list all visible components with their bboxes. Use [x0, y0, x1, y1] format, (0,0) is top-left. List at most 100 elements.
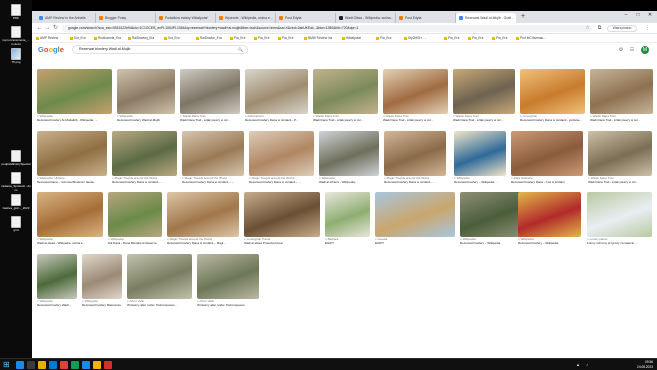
desktop-icon[interactable]: grid [1, 216, 31, 233]
volume-icon[interactable]: ♪ [586, 362, 588, 367]
image-result-caption[interactable]: WikipediaRezerwat biosfery Wadi al-Mujib [117, 115, 175, 122]
browser-tab[interactable]: Podatków ewiary Wktałpotał [156, 13, 216, 23]
image-result-thumbnail[interactable] [325, 192, 370, 237]
desktop-icon[interactable]: zadania_Sprawdz...docx [1, 172, 31, 192]
image-result-thumbnail[interactable] [197, 254, 259, 299]
minimize-button[interactable]: – [620, 11, 632, 20]
image-result-thumbnail[interactable] [112, 131, 177, 176]
image-result-caption[interactable]: Wadis Dana TrailWadi Dana Trail - szlak … [383, 115, 448, 122]
image-result-thumbnail[interactable] [319, 131, 379, 176]
image-result-caption[interactable]: Wadis Dana TrailWadi Dana Trail - szlak … [180, 115, 240, 122]
image-result-caption[interactable]: WikipediaRezerwat biosfery – Wikipedia [460, 238, 523, 245]
image-result-thumbnail[interactable] [511, 131, 583, 176]
image-result-thumbnail[interactable] [520, 69, 585, 114]
browser-tab[interactable]: Post Edyta [276, 13, 336, 23]
apps-grid-icon[interactable]: ☷ [629, 47, 635, 53]
desktop-icon[interactable]: repr.rozszerzenie_...m.docx [1, 26, 31, 46]
image-result-thumbnail[interactable] [454, 131, 506, 176]
image-result-caption[interactable]: Magic Travels around the WorldRezerwat b… [182, 177, 244, 184]
maximize-button[interactable]: □ [632, 11, 644, 20]
new-tab-button[interactable]: + [519, 13, 527, 21]
bookmark-item[interactable]: BMW Review Ins [304, 35, 332, 42]
bookmark-item[interactable]: AMP Review [36, 35, 58, 42]
taskbar-app-icon[interactable] [16, 361, 24, 369]
bookmark-star-icon[interactable]: ☆ [584, 25, 591, 32]
image-result-thumbnail[interactable] [518, 192, 581, 237]
image-result-thumbnail[interactable] [375, 192, 455, 237]
image-result-thumbnail[interactable] [182, 131, 244, 176]
image-result-caption[interactable]: Magic Travels around the WorldRezerwat b… [112, 177, 177, 184]
start-windows-icon[interactable]: ⊞ [3, 361, 11, 369]
image-result-thumbnail[interactable] [460, 192, 523, 237]
browser-tab[interactable]: Wycisnie - Wikipedia, wolna e... [216, 13, 276, 23]
image-result-thumbnail[interactable] [590, 69, 653, 114]
settings-gear-icon[interactable]: ⚙ [618, 47, 624, 53]
bookmark-item[interactable]: Stp2MSH - ... [404, 35, 427, 42]
image-result-thumbnail[interactable] [313, 69, 378, 114]
extensions-icon[interactable]: ⧉ [596, 25, 603, 32]
avatar[interactable]: M [641, 46, 649, 54]
image-result-thumbnail[interactable] [37, 192, 103, 237]
image-result-thumbnail[interactable] [180, 69, 240, 114]
image-result-thumbnail[interactable] [108, 192, 162, 237]
image-result-caption[interactable]: WikipediaRezerwat biosfery Wadi... [37, 300, 77, 307]
image-result-thumbnail[interactable] [453, 69, 515, 114]
desktop-icon[interactable]: 75.png [1, 48, 31, 65]
image-result-caption[interactable]: Wikipedia, UkraineRezerwat Dana – rezerw… [37, 177, 107, 184]
forward-icon[interactable]: → [44, 25, 51, 32]
search-icon[interactable]: 🔍 [238, 46, 243, 53]
image-result-caption[interactable]: Wadis Dana TrailWadi Dana Trail - szlak … [313, 115, 378, 122]
bookmark-item[interactable]: Pia_Era [492, 35, 507, 42]
image-result-caption[interactable]: WikipediaDik Dana - Dana Biosphere Reser… [108, 238, 162, 245]
image-result-caption[interactable]: Lonely planetFormy ochrony przyrody na ś… [587, 238, 652, 245]
bookmark-item[interactable]: RaiDravke_Era [196, 35, 222, 42]
image-result-thumbnail[interactable] [117, 69, 175, 114]
taskbar-app-icon[interactable] [93, 361, 101, 369]
bookmark-item[interactable]: Pia_Era [468, 35, 483, 42]
image-result-caption[interactable]: Arbor ValleWmtazny alter rosfer. Patrons… [197, 300, 259, 307]
reload-icon[interactable]: ↻ [52, 25, 59, 32]
browser-tab[interactable]: Rezerwat Wadi al-Mujib - Grafi... [456, 13, 516, 23]
browser-tab[interactable]: Blogger Posty [96, 13, 156, 23]
taskbar-app-icon[interactable] [60, 361, 68, 369]
browser-tab[interactable]: Post Edyta [396, 13, 456, 23]
desktop-icon[interactable]: podpisMinistrySpecial [1, 150, 31, 167]
image-result-caption[interactable]: WikipediaRezerwat biosfery Mazowsze... [82, 300, 122, 307]
bookmark-item[interactable]: Wktałpotał [342, 35, 361, 42]
browser-tab[interactable]: Wadi Gliwa - Wikipedia, wolna... [336, 13, 396, 23]
search-input[interactable]: Rezerwat biosfery Wadi al-Mujib 🔍 [72, 45, 248, 54]
bookmark-item[interactable]: Prof MC/Avenau... [516, 35, 546, 42]
taskbar-app-icon[interactable] [38, 361, 46, 369]
image-result-thumbnail[interactable] [587, 192, 652, 237]
taskbar-app-icon[interactable] [49, 361, 57, 369]
image-result-caption[interactable]: Rafa HodowlaRezerwat biosfery Dana - Coś… [511, 177, 583, 184]
address-bar[interactable]: google.com/search?sca_esv=5916122b9d&rlz… [62, 25, 592, 32]
menu-kebab-icon[interactable]: ⋮ [644, 25, 651, 32]
image-result-caption[interactable]: DekorationsRezerwat biosfery Dana w Jord… [245, 115, 308, 122]
bookmark-item[interactable]: Sut_Era [70, 35, 86, 42]
bookmark-item[interactable]: Pia_Era [254, 35, 269, 42]
image-result-caption[interactable]: WikipediaRezerwat biosfery – Wikipedia .… [454, 177, 506, 184]
taskbar-app-icon[interactable] [27, 361, 35, 369]
desktop-icon[interactable]: Gatzes_gstr..._2023 [1, 194, 31, 211]
taskbar-app-icon[interactable] [82, 361, 90, 369]
bookmark-item[interactable]: Pia_Era [278, 35, 293, 42]
image-result-thumbnail[interactable] [249, 131, 314, 176]
taskbar-app-icon[interactable] [71, 361, 79, 369]
image-result-thumbnail[interactable] [127, 254, 192, 299]
image-result-thumbnail[interactable] [167, 192, 239, 237]
image-result-thumbnail[interactable] [37, 69, 112, 114]
bookmark-item[interactable]: RaiDravkej_Era [128, 35, 154, 42]
image-result-caption[interactable]: Wadis Dana TrailWadi Dana Trail - szlak … [453, 115, 515, 122]
image-result-caption[interactable]: Arbor ValleWmtazny alter rosfer. Patrons… [127, 300, 192, 307]
image-result-caption[interactable]: WikipediaRezerwat biosfery – Wikipedia [518, 238, 581, 245]
image-result-caption[interactable]: WikipediaRezerwat biosfery Al-Mudaibib -… [37, 115, 112, 122]
image-result-thumbnail[interactable] [383, 69, 448, 114]
bookmark-item[interactable]: Rozliczenia_Era [94, 35, 121, 42]
back-icon[interactable]: ← [36, 25, 43, 32]
image-result-caption[interactable]: Magic Travels around the WorldRezerwat b… [167, 238, 239, 245]
close-window-button[interactable]: ✕ [644, 11, 656, 20]
image-result-thumbnail[interactable] [588, 131, 652, 176]
image-result-thumbnail[interactable] [384, 131, 446, 176]
image-result-caption[interactable]: Wadis Dana TrailWadi Dana Trail - szlak … [590, 115, 653, 122]
